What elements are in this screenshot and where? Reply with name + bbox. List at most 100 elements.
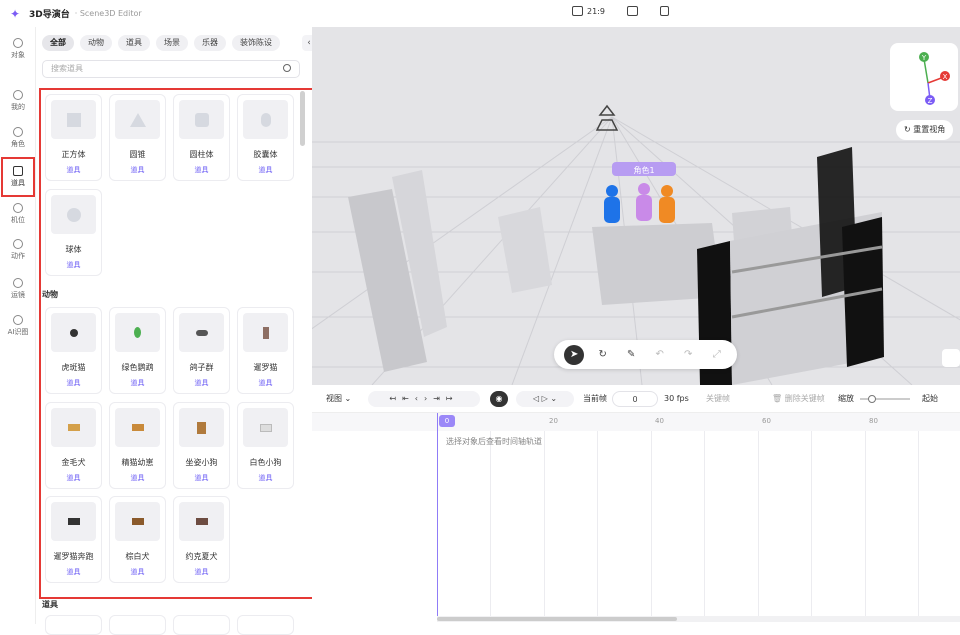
select-tool-button[interactable]: ➤: [564, 344, 585, 365]
edit-tool-button[interactable]: ✎: [621, 345, 641, 365]
nav-item-prop[interactable]: 道具: [0, 159, 36, 195]
zoom-slider-handle[interactable]: [868, 395, 876, 403]
axis-gizmo[interactable]: Y X Z: [890, 43, 958, 111]
nav-item-character[interactable]: 角色: [0, 120, 36, 156]
current-frame-input[interactable]: 0: [612, 391, 658, 407]
timeline-ruler[interactable]: 20 40 60 80: [312, 413, 960, 431]
white-puppy-icon: [259, 423, 272, 432]
delete-keyframe-button[interactable]: 🗑 删除关键帧: [772, 385, 825, 413]
ruler-mark: 60: [762, 417, 771, 425]
ruler-mark: 40: [655, 417, 664, 425]
asset-title: 绿色鹦鹉: [121, 363, 154, 372]
asset-card[interactable]: 圆锥 道具: [109, 94, 166, 181]
asset-card[interactable]: 鸽子群 道具: [173, 307, 230, 394]
sphere-icon: [66, 207, 81, 222]
nav-label: 机位: [11, 216, 25, 224]
asset-title: 鸽子群: [189, 363, 214, 372]
chip-decoration[interactable]: 装饰陈设: [232, 35, 280, 51]
asset-tag: 道具: [130, 474, 145, 482]
asset-card[interactable]: [173, 615, 230, 635]
rotate-tool-button[interactable]: ↻: [593, 345, 613, 365]
asset-tag: 道具: [258, 379, 273, 387]
chip-all[interactable]: 全部: [42, 35, 74, 51]
asset-tag: 道具: [258, 474, 273, 482]
tabby-cat-icon: [69, 328, 78, 337]
left-nav: 对象 我的 角色 道具 机位 动作 运镜 AI识图: [0, 27, 36, 624]
asset-tag: 道具: [130, 379, 145, 387]
asset-title: 棕白犬: [125, 552, 150, 561]
camera-button[interactable]: [626, 6, 638, 16]
asset-thumbnail: [51, 100, 96, 139]
asset-card[interactable]: 精猫幼崽 道具: [109, 402, 166, 489]
asset-thumbnail: [243, 100, 288, 139]
undo-button[interactable]: ↶: [650, 345, 670, 365]
asset-tag: 道具: [194, 379, 209, 387]
nav-item-object[interactable]: 对象: [0, 31, 36, 67]
scale-tool-button[interactable]: ⤢: [707, 345, 727, 365]
nav-item-camera-move[interactable]: 运镜: [0, 271, 36, 307]
asset-card[interactable]: 约克夏犬 道具: [173, 496, 230, 583]
asset-title: 精猫幼崽: [121, 458, 154, 467]
edit-icon: ✎: [627, 349, 636, 360]
asset-title: 圆锥: [129, 150, 146, 159]
box-prop[interactable]: [498, 207, 552, 293]
asset-thumbnail: [115, 313, 160, 352]
scene-canvas[interactable]: 角色1: [312, 27, 960, 385]
chip-instrument[interactable]: 乐器: [194, 35, 226, 51]
add-keyframe-button[interactable]: 关键帧: [706, 385, 730, 413]
asset-card[interactable]: 胶囊体 道具: [237, 94, 294, 181]
section-title-prop: 道具: [42, 600, 58, 609]
nav-label: AI识图: [7, 328, 29, 336]
search-input[interactable]: 搜索道具: [42, 60, 300, 78]
chip-scene[interactable]: 场景: [156, 35, 188, 51]
redo-button[interactable]: ↷: [678, 345, 698, 365]
nav-item-my[interactable]: 我的: [0, 83, 36, 119]
playback-icons: ↤⇤‹›⇥↦: [389, 394, 459, 403]
pigeons-icon: [195, 329, 208, 336]
asset-card[interactable]: 白色小狗 道具: [237, 402, 294, 489]
reset-view-button[interactable]: ↻ 重置视角: [896, 120, 954, 140]
nav-label: 动作: [11, 252, 25, 260]
playhead[interactable]: [437, 413, 438, 618]
nav-item-ai-recognize[interactable]: AI识图: [0, 308, 36, 344]
asset-tag: 道具: [66, 379, 81, 387]
asset-title: 球体: [65, 245, 82, 254]
timeline-scrollbar[interactable]: [437, 616, 960, 622]
top-toolbar: 21:9: [572, 6, 669, 16]
timeline-scroll-thumb[interactable]: [437, 617, 677, 621]
playhead-label[interactable]: 0: [439, 415, 455, 427]
asset-card[interactable]: [109, 615, 166, 635]
asset-card[interactable]: 暹罗猫奔跑 道具: [45, 496, 102, 583]
aspect-ratio-button[interactable]: 21:9: [572, 6, 605, 16]
asset-card[interactable]: 坐姿小狗 道具: [173, 402, 230, 489]
asset-thumbnail: [179, 408, 224, 447]
playback-controls[interactable]: ↤⇤‹›⇥↦: [368, 391, 480, 407]
asset-card[interactable]: 暹罗猫 道具: [237, 307, 294, 394]
asset-card[interactable]: 金毛犬 道具: [45, 402, 102, 489]
chip-prop[interactable]: 道具: [118, 35, 150, 51]
panel-scrollbar[interactable]: [300, 91, 305, 146]
undo-icon: ↶: [655, 349, 664, 360]
asset-card[interactable]: 正方体 道具: [45, 94, 102, 181]
frame-step-controls[interactable]: ◁ ▷ ⌄: [516, 391, 574, 407]
viewport-side-button[interactable]: [942, 349, 960, 367]
keyframe-toggle-button[interactable]: ◉: [490, 391, 508, 407]
asset-card[interactable]: 绿色鹦鹉 道具: [109, 307, 166, 394]
export-button[interactable]: [659, 6, 669, 16]
asset-card[interactable]: 圆柱体 道具: [173, 94, 230, 181]
nav-item-action[interactable]: 动作: [0, 232, 36, 268]
asset-card[interactable]: 虎斑猫 道具: [45, 307, 102, 394]
asset-card[interactable]: 棕白犬 道具: [109, 496, 166, 583]
asset-card[interactable]: [45, 615, 102, 635]
asset-card[interactable]: [237, 615, 294, 635]
cube-icon: [66, 112, 81, 127]
asset-card[interactable]: 球体 道具: [45, 189, 102, 276]
nav-item-camera-position[interactable]: 机位: [0, 196, 36, 232]
nav-label: 我的: [11, 103, 25, 111]
view-dropdown[interactable]: 视图 ⌄: [326, 385, 351, 413]
scene-viewport[interactable]: 角色1 Y X Z ↻ 重置视角 ➤ ↻ ✎ ↶ ↷ ⤢: [312, 27, 960, 385]
fps-value[interactable]: 30 fps: [664, 385, 689, 413]
chip-animal[interactable]: 动物: [80, 35, 112, 51]
zoom-slider[interactable]: [860, 395, 910, 403]
timeline-grid[interactable]: [437, 431, 960, 617]
